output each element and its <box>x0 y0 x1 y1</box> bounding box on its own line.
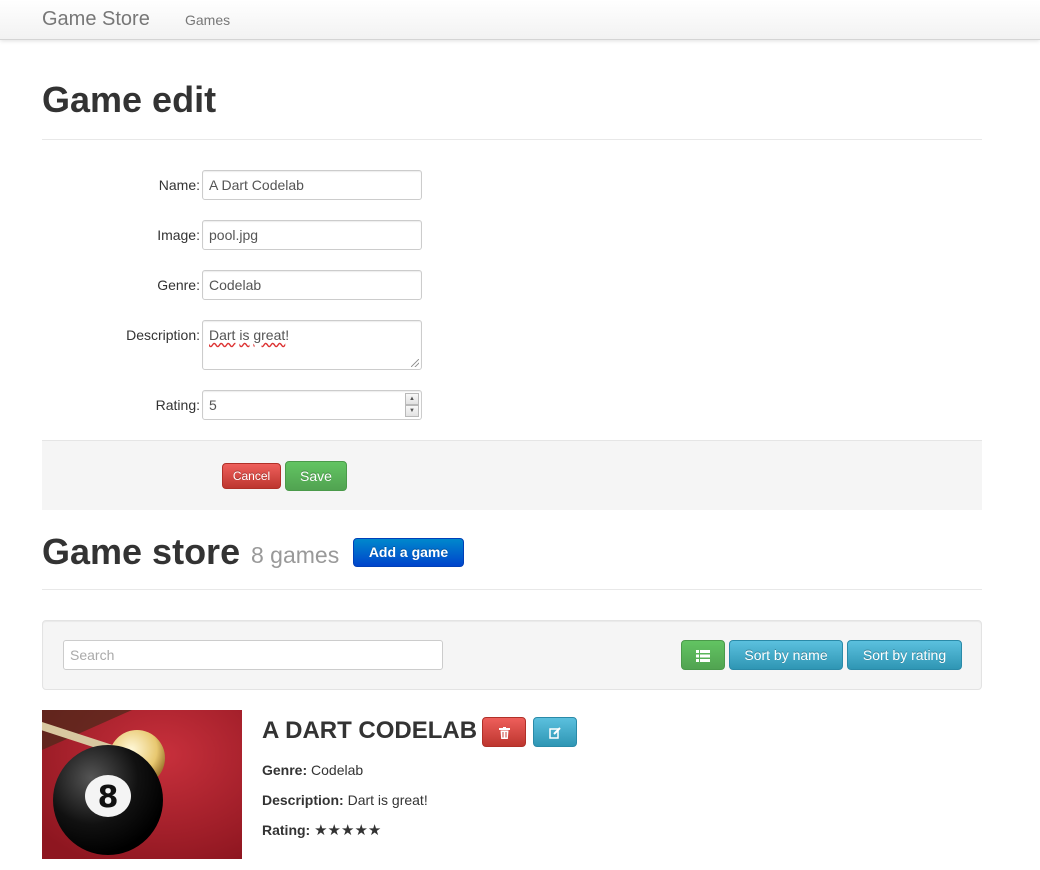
description-punct: ! <box>285 327 290 343</box>
game-title: A Dart Codelab <box>262 717 478 744</box>
description-word-great: great <box>253 327 286 343</box>
list-view-button[interactable] <box>681 640 725 670</box>
genre-detail: Genre: Codelab <box>262 760 363 780</box>
navbar: Game Store Games <box>0 0 1040 40</box>
sort-by-rating-button[interactable]: Sort by rating <box>847 640 962 670</box>
save-button[interactable]: Save <box>285 461 347 491</box>
genre-detail-value: Codelab <box>311 762 364 778</box>
image-field[interactable]: pool.jpg <box>202 220 422 250</box>
edit-game-button[interactable] <box>533 717 577 747</box>
rating-detail: Rating: ★★★★★ <box>262 820 381 841</box>
name-field[interactable]: A Dart Codelab <box>202 170 422 200</box>
brand-link[interactable]: Game Store <box>42 8 150 31</box>
rating-value: 5 <box>209 397 217 413</box>
spin-up-icon[interactable]: ▲ <box>405 393 419 405</box>
page-title: Game edit <box>42 79 217 120</box>
rating-detail-label: Rating: <box>262 822 311 838</box>
divider <box>42 139 982 140</box>
nav-link-games[interactable]: Games <box>185 12 230 28</box>
genre-label: Genre: <box>157 277 200 293</box>
description-detail: Description: Dart is great! <box>262 790 428 810</box>
edit-icon <box>549 727 561 739</box>
description-detail-value: Dart is great! <box>347 792 428 808</box>
resize-handle[interactable] <box>411 359 419 367</box>
description-field[interactable]: Dart is great! <box>202 320 422 370</box>
rating-spinner: ▲ ▼ <box>405 393 419 417</box>
description-word-is: is <box>239 327 250 343</box>
store-title: Game store <box>42 531 241 572</box>
genre-field[interactable]: Codelab <box>202 270 422 300</box>
image-label: Image: <box>157 227 200 243</box>
description-label: Description: <box>126 327 200 343</box>
genre-detail-label: Genre: <box>262 762 308 778</box>
delete-game-button[interactable] <box>482 717 526 747</box>
divider <box>42 589 982 590</box>
list-icon <box>696 650 710 662</box>
rating-label: Rating: <box>155 397 200 413</box>
cancel-button[interactable]: Cancel <box>222 463 281 489</box>
description-word-dart: Dart <box>209 327 236 343</box>
rating-field[interactable]: 5 ▲ ▼ <box>202 390 422 420</box>
name-label: Name: <box>158 177 200 193</box>
toolbar: Sort by name Sort by rating <box>42 620 982 690</box>
sort-by-name-button[interactable]: Sort by name <box>729 640 843 670</box>
spin-down-icon[interactable]: ▼ <box>405 405 419 417</box>
trash-icon <box>498 727 510 739</box>
rating-stars-icon: ★★★★★ <box>314 822 382 839</box>
form-actions: Cancel Save <box>42 440 982 510</box>
game-image: 8 <box>42 710 242 859</box>
search-input[interactable] <box>63 640 443 670</box>
pool-ball-image: 8 <box>42 710 242 859</box>
svg-text:8: 8 <box>98 780 119 815</box>
add-game-button[interactable]: Add a game <box>353 538 464 567</box>
description-detail-label: Description: <box>262 792 344 808</box>
game-count: 8 games <box>251 542 340 568</box>
